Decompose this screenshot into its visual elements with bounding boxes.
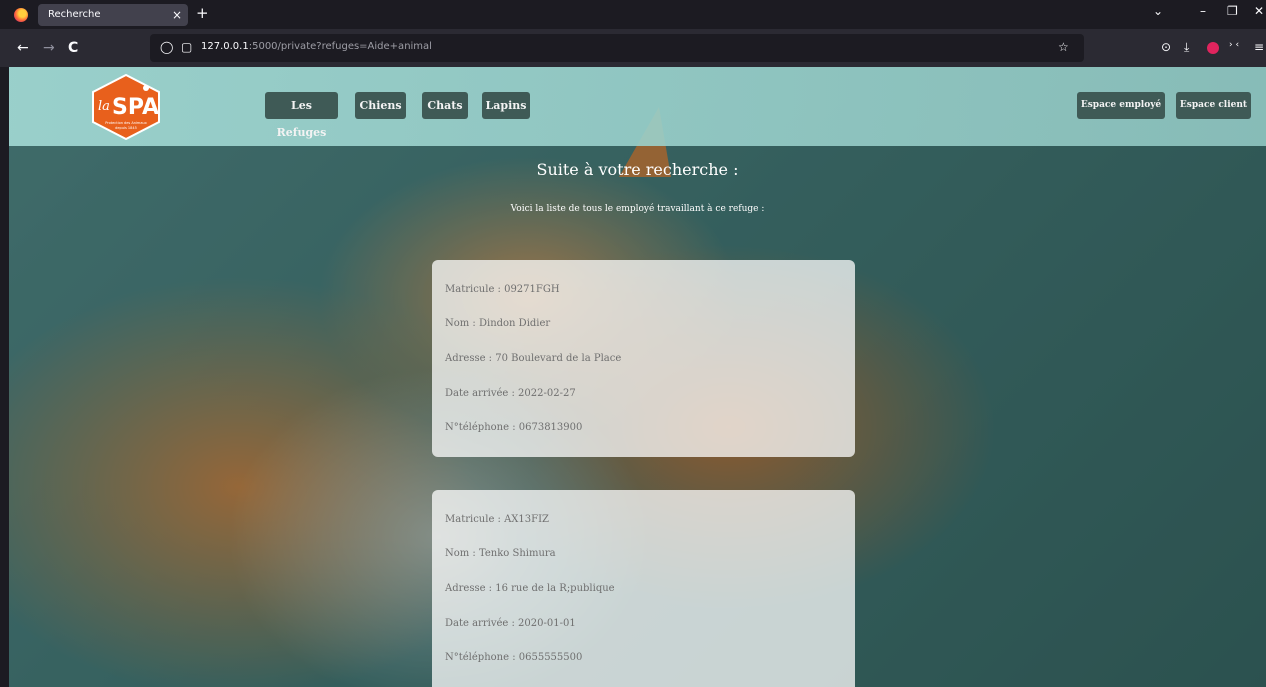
page-subtitle: Voici la liste de tous le employé travai… (510, 204, 765, 214)
employee-card: Matricule : 09271FGH Nom : Dindon Didier… (432, 260, 855, 457)
pocket-icon[interactable]: ⊙ (1161, 40, 1171, 54)
main-content: Suite à votre recherche : Voici la liste… (9, 146, 1266, 687)
svg-text:SPA: SPA (112, 95, 159, 120)
site-header: la SPA Protection des Animaux depuis 184… (9, 67, 1266, 146)
client-space-button[interactable]: Espace client (1176, 92, 1251, 119)
bookmark-star-icon[interactable]: ☆ (1058, 40, 1069, 54)
employee-arrival-date: Date arrivée : 2020-01-01 (445, 618, 576, 629)
nav-refuges-button[interactable]: Les Refuges (265, 92, 338, 139)
url-bar[interactable]: ◯ ▢ 127.0.0.1:5000/private?refuges=Aide+… (150, 34, 1084, 62)
tab-close-icon[interactable]: × (172, 4, 182, 26)
nav-chiens-button[interactable]: Chiens (355, 92, 406, 119)
new-tab-button[interactable]: + (196, 4, 209, 22)
browser-tab-bar: Recherche × + ⌄ – ❐ ✕ (0, 0, 1266, 29)
url-path: :5000/private?refuges=Aide+animal (248, 41, 432, 52)
svg-text:depuis 1845: depuis 1845 (115, 126, 137, 130)
browser-tab[interactable]: Recherche × (38, 4, 188, 26)
menu-icon[interactable]: ≡ (1254, 40, 1264, 54)
tabs-list-icon[interactable]: ⌄ (1153, 4, 1163, 18)
extension-icon[interactable] (1207, 42, 1219, 54)
employee-phone: N°téléphone : 0655555500 (445, 652, 583, 663)
url-text[interactable]: 127.0.0.1:5000/private?refuges=Aide+anim… (201, 41, 432, 52)
employee-address: Adresse : 16 rue de la R;publique (445, 583, 615, 594)
url-host: 127.0.0.1 (201, 41, 249, 52)
employee-matricule: Matricule : 09271FGH (445, 284, 560, 295)
employee-name: Nom : Tenko Shimura (445, 548, 556, 559)
browser-nav-bar: ← → C ◯ ▢ 127.0.0.1:5000/private?refuges… (0, 29, 1266, 67)
minimize-icon[interactable]: – (1200, 4, 1206, 18)
maximize-icon[interactable]: ❐ (1227, 4, 1238, 18)
back-icon[interactable]: ← (17, 40, 29, 56)
employee-matricule: Matricule : AX13FIZ (445, 514, 549, 525)
svg-text:Protection des Animaux: Protection des Animaux (105, 121, 147, 125)
window-close-icon[interactable]: ✕ (1254, 4, 1264, 18)
employee-address: Adresse : 70 Boulevard de la Place (445, 353, 622, 364)
shield-icon[interactable]: ◯ (160, 40, 173, 54)
tab-title: Recherche (48, 9, 101, 20)
forward-icon[interactable]: → (43, 40, 55, 56)
employee-name: Nom : Dindon Didier (445, 318, 551, 329)
employee-phone: N°téléphone : 0673813900 (445, 422, 583, 433)
page-info-icon[interactable]: ▢ (181, 40, 192, 54)
extension-2-icon[interactable]: › ‹ (1229, 40, 1239, 50)
spa-logo[interactable]: la SPA Protection des Animaux depuis 184… (90, 74, 162, 140)
download-icon[interactable]: ⤓ (1184, 40, 1189, 55)
reload-icon[interactable]: C (68, 40, 78, 56)
page-title: Suite à votre recherche : (536, 160, 739, 179)
nav-chats-button[interactable]: Chats (422, 92, 468, 119)
firefox-icon (14, 8, 28, 22)
employee-arrival-date: Date arrivée : 2022-02-27 (445, 388, 576, 399)
nav-lapins-button[interactable]: Lapins (482, 92, 530, 119)
web-page: la SPA Protection des Animaux depuis 184… (9, 67, 1266, 687)
employee-space-button[interactable]: Espace employé (1077, 92, 1165, 119)
employee-card: Matricule : AX13FIZ Nom : Tenko Shimura … (432, 490, 855, 687)
svg-text:la: la (98, 99, 110, 114)
